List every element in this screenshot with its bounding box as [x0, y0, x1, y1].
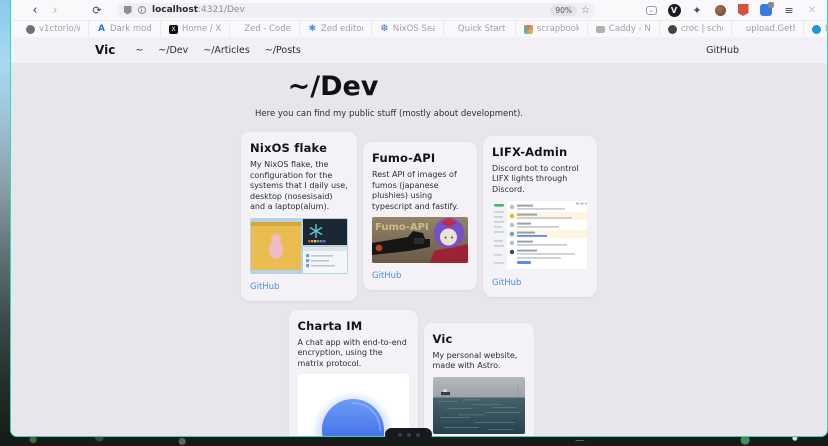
bookmark-label: scrapbook — [537, 24, 579, 34]
card-github-link[interactable]: GitHub — [372, 271, 401, 281]
reload-button[interactable]: ⟳ — [87, 2, 107, 18]
croc-icon — [668, 25, 677, 34]
browser-window: ‹ › ⟳ i localhost:4321/Dev 90% ☆ ⌄ V ✦ ≡ — [10, 0, 828, 437]
toolbar-extensions-area: ⌄ V ✦ ≡ ✕ — [644, 3, 819, 17]
desktop-screen: ‹ › ⟳ i localhost:4321/Dev 90% ☆ ⌄ V ✦ ≡ — [0, 0, 828, 446]
card-lifx-admin: LIFX-Admin Discord bot to control LIFX l… — [483, 136, 597, 298]
bookmark-item[interactable]: scrapbook — [516, 21, 588, 37]
blank-icon — [740, 25, 742, 34]
card-charta-im: Charta IM A chat app with end-to-end enc… — [289, 310, 418, 436]
bots-icon — [812, 25, 821, 34]
url-host: localhost — [152, 5, 198, 15]
bookmark-item[interactable]: Caddy - Ne — [588, 21, 660, 37]
pocket-icon[interactable]: ⌄ — [644, 3, 658, 17]
card-title: LIFX-Admin — [492, 145, 588, 159]
zed-icon: ✱ — [308, 25, 317, 34]
card-description: A chat app with end-to-end encryption, u… — [298, 338, 409, 370]
password-manager-icon[interactable] — [759, 3, 773, 17]
tracking-shield-icon[interactable] — [122, 5, 133, 16]
bookmark-item[interactable]: ❆ NixOS Sea — [372, 21, 444, 37]
nav-home[interactable]: ~ — [135, 45, 143, 56]
card-description: My NixOS flake, the configuration for th… — [250, 160, 348, 213]
card-title: NixOS flake — [250, 141, 348, 155]
bookmark-item[interactable]: Zed - Code — [230, 21, 300, 37]
card-github-link[interactable]: GitHub — [250, 282, 279, 292]
bookmarks-bar: v1ctorio/w A Dark mode X Home / X Zed - Co… — [11, 20, 827, 37]
bookmark-label: upload.GetF — [746, 24, 795, 34]
bookmark-label: v1ctorio/w — [39, 24, 80, 34]
page-subtitle: Here you can find my public stuff (mostl… — [11, 109, 797, 119]
card-github-link[interactable]: GitHub — [492, 278, 521, 288]
url-text: localhost:4321/Dev — [152, 5, 245, 15]
bookmark-item[interactable]: Quick Start | — [444, 21, 516, 37]
card-title: Fumo-API — [372, 151, 468, 165]
bookmark-label: Quick Start | — [458, 24, 507, 34]
extension-icon[interactable] — [713, 3, 727, 17]
close-icon[interactable]: ✕ — [805, 3, 819, 17]
card-vic: Vic My personal website, made with Astro… — [424, 323, 534, 436]
fumo-api-image: Fumo-API — [372, 217, 468, 263]
card-title: Vic — [433, 332, 525, 346]
charta-logo-image — [298, 374, 409, 436]
lifx-discord-screenshot — [492, 200, 588, 270]
extensions-puzzle-icon[interactable]: ✦ — [690, 3, 704, 17]
bookmark-label: Zed editor — [321, 24, 363, 34]
floating-dock-pill[interactable] — [385, 428, 432, 441]
url-bar[interactable]: i localhost:4321/Dev 90% ☆ — [117, 3, 595, 18]
scrapbook-icon — [524, 25, 533, 34]
card-description: My personal website, made with Astro. — [433, 351, 525, 372]
bookmark-item[interactable]: ✱ Zed editor — [300, 21, 372, 37]
nav-posts[interactable]: ~/Posts — [265, 45, 301, 56]
card-nixos-flake: NixOS flake My NixOS flake, the configur… — [241, 132, 357, 301]
card-description: Rest API of images of fumos (japanese pl… — [372, 170, 468, 212]
url-path: :4321/Dev — [198, 5, 245, 15]
sea-photo — [433, 377, 525, 434]
bookmark-label: croc | scho — [681, 24, 723, 34]
svg-text:Fumo-API: Fumo-API — [375, 222, 429, 233]
page-title: ~/Dev — [11, 71, 741, 102]
caddy-icon — [596, 26, 605, 33]
blank-icon — [238, 25, 240, 34]
nixos-snowflake-icon: ❆ — [380, 25, 389, 34]
bookmark-item[interactable]: X Home / X — [161, 21, 230, 37]
bookmark-label: Caddy - Ne — [609, 24, 651, 34]
browser-toolbar: ‹ › ⟳ i localhost:4321/Dev 90% ☆ ⌄ V ✦ ≡ — [11, 0, 827, 20]
cards-row-2: Charta IM A chat app with end-to-end enc… — [11, 310, 819, 436]
site-info-icon[interactable]: i — [136, 5, 147, 16]
blank-icon — [452, 25, 454, 34]
nixos-flake-screenshot — [250, 218, 348, 274]
site-brand[interactable]: Vic — [95, 43, 115, 57]
adblock-shield-icon[interactable] — [736, 3, 750, 17]
bookmark-item[interactable]: v1ctorio/w — [17, 21, 89, 37]
card-title: Charta IM — [298, 319, 409, 333]
nav-articles[interactable]: ~/Articles — [203, 45, 250, 56]
bookmark-item[interactable]: croc | scho — [660, 21, 732, 37]
cards-row-1: NixOS flake My NixOS flake, the configur… — [11, 132, 827, 301]
bookmark-label: Zed - Code — [244, 24, 291, 34]
header-github-link[interactable]: GitHub — [706, 45, 739, 56]
site-header: Vic ~ ~/Dev ~/Articles ~/Posts GitHub — [11, 37, 827, 63]
card-fumo-api: Fumo-API Rest API of images of fumos (ja… — [363, 142, 477, 290]
bookmark-star-icon[interactable]: ☆ — [581, 5, 590, 16]
bookmark-item[interactable]: Bots: An in — [804, 21, 828, 37]
github-icon — [26, 25, 35, 34]
bookmark-label: Home / X — [182, 24, 221, 34]
forward-button[interactable]: › — [45, 2, 65, 18]
bookmark-item[interactable]: upload.GetF — [732, 21, 804, 37]
card-description: Discord bot to control LIFX lights throu… — [492, 164, 588, 196]
dark-mode-icon: A — [97, 25, 106, 34]
bookmark-label: NixOS Sea — [393, 24, 435, 34]
account-avatar[interactable]: V — [667, 3, 681, 17]
zoom-level-badge[interactable]: 90% — [550, 5, 577, 16]
bookmark-item[interactable]: A Dark mode — [89, 21, 161, 37]
x-logo-icon: X — [169, 25, 178, 34]
bookmark-label: Dark mode — [110, 24, 152, 34]
back-button[interactable]: ‹ — [25, 2, 45, 18]
hamburger-menu-icon[interactable]: ≡ — [782, 3, 796, 17]
nav-dev[interactable]: ~/Dev — [158, 45, 188, 56]
page-viewport: Vic ~ ~/Dev ~/Articles ~/Posts GitHub ~/… — [11, 37, 827, 436]
site-nav: ~ ~/Dev ~/Articles ~/Posts — [135, 45, 301, 56]
